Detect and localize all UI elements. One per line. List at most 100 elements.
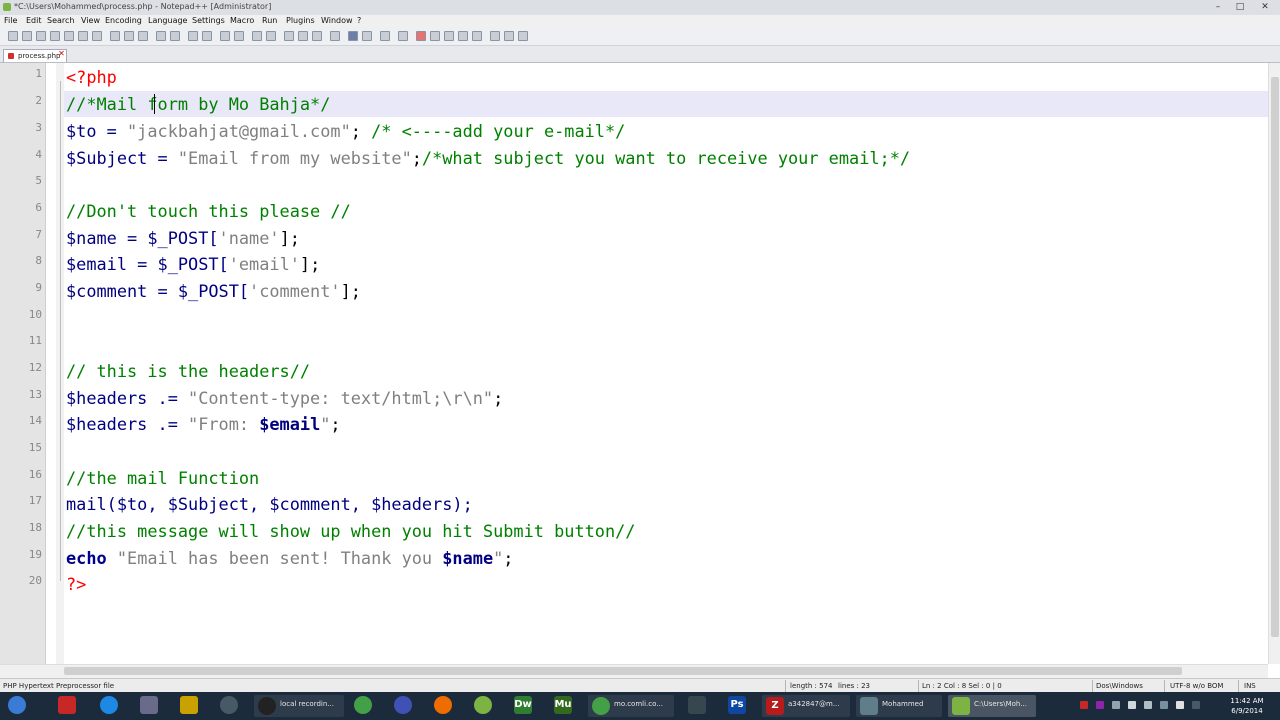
minimize-button[interactable]: – <box>1208 1 1228 13</box>
taskbar-item-browser[interactable]: mo.comli.co... <box>588 695 674 717</box>
code-line-2: //*Mail form by Mo Bahja*/ <box>66 94 330 114</box>
player-icon[interactable] <box>688 696 706 714</box>
zoom-in-icon[interactable] <box>220 31 230 41</box>
network-icon[interactable] <box>1128 701 1136 709</box>
menu-view[interactable]: View <box>81 16 100 25</box>
windows-start-icon[interactable] <box>8 696 26 714</box>
string-literal: "Email has been sent! Thank you <box>106 548 443 568</box>
doc-map-icon[interactable] <box>348 31 358 41</box>
tray-icon[interactable] <box>1096 701 1104 709</box>
folder-icon[interactable] <box>180 696 198 714</box>
macro-record-icon[interactable] <box>416 31 426 41</box>
code-line-3: $to = "jackbahjat@gmail.com"; /* <----ad… <box>66 121 625 141</box>
macro-play-icon[interactable] <box>444 31 454 41</box>
toolbar <box>0 28 1280 46</box>
save-icon[interactable] <box>36 31 46 41</box>
sync-h-icon[interactable] <box>266 31 276 41</box>
undo-icon[interactable] <box>156 31 166 41</box>
menu-plugins[interactable]: Plugins <box>286 16 315 25</box>
wrap-icon[interactable] <box>284 31 294 41</box>
firefox-icon[interactable] <box>434 696 452 714</box>
plugin-icon-1[interactable] <box>490 31 500 41</box>
dreamweaver-icon[interactable]: Dw <box>514 696 532 714</box>
line-number: 14 <box>28 414 42 427</box>
lang-icon[interactable] <box>330 31 340 41</box>
line-number: 3 <box>35 121 42 134</box>
plugin-icon-2[interactable] <box>504 31 514 41</box>
menu-file[interactable]: File <box>4 16 17 25</box>
function-list-icon[interactable] <box>362 31 372 41</box>
copy-icon[interactable] <box>124 31 134 41</box>
zoom-out-icon[interactable] <box>234 31 244 41</box>
plugin-icon-3[interactable] <box>518 31 528 41</box>
fold-line <box>60 81 61 581</box>
taskbar-item-filezilla[interactable]: Z a342847@m... <box>762 695 850 717</box>
muse-icon[interactable]: Mu <box>554 696 572 714</box>
macro-run-multi-icon[interactable] <box>458 31 468 41</box>
string-literal: " <box>320 414 331 434</box>
volume-icon[interactable] <box>1176 701 1184 709</box>
all-chars-icon[interactable] <box>298 31 308 41</box>
string-literal: 'name' <box>218 228 280 248</box>
sync-v-icon[interactable] <box>252 31 262 41</box>
folder-workspace-icon[interactable] <box>380 31 390 41</box>
replace-icon[interactable] <box>202 31 212 41</box>
horizontal-scrollbar[interactable] <box>0 664 1268 678</box>
menu-encoding[interactable]: Encoding <box>105 16 142 25</box>
vertical-scroll-thumb[interactable] <box>1271 77 1279 637</box>
code-editor[interactable]: 1 2 3 4 5 6 7 8 9 10 11 12 13 14 15 16 1… <box>0 63 1268 664</box>
flag-icon[interactable] <box>1144 701 1152 709</box>
close-button[interactable]: ✕ <box>1252 1 1278 13</box>
spotify-icon[interactable] <box>474 696 492 714</box>
taskbar-item-explorer[interactable]: Mohammed <box>856 695 942 717</box>
menu-search[interactable]: Search <box>47 16 74 25</box>
chrome-canary-icon[interactable] <box>394 696 412 714</box>
menu-edit[interactable]: Edit <box>26 16 42 25</box>
paste-icon[interactable] <box>138 31 148 41</box>
status-language: PHP Hypertext Preprocessor file <box>3 682 115 690</box>
tray-icon[interactable] <box>1112 701 1120 709</box>
menu-settings[interactable]: Settings <box>192 16 225 25</box>
find-icon[interactable] <box>188 31 198 41</box>
menu-macro[interactable]: Macro <box>230 16 254 25</box>
print-icon[interactable] <box>92 31 102 41</box>
open-icon[interactable] <box>22 31 32 41</box>
app-icon[interactable] <box>140 696 158 714</box>
redo-icon[interactable] <box>170 31 180 41</box>
new-file-icon[interactable] <box>8 31 18 41</box>
menu-help[interactable]: ? <box>357 16 361 25</box>
filezilla-alt-icon[interactable] <box>58 696 76 714</box>
photoshop-icon[interactable]: Ps <box>728 696 746 714</box>
horizontal-scroll-thumb[interactable] <box>64 667 1182 675</box>
close-all-icon[interactable] <box>78 31 88 41</box>
tray-icon[interactable] <box>1080 701 1088 709</box>
tab-close-button[interactable]: ✕ <box>57 49 66 58</box>
ie-icon[interactable] <box>100 696 118 714</box>
code-token: ]; <box>299 254 321 274</box>
maximize-button[interactable]: □ <box>1230 1 1250 13</box>
menu-window[interactable]: Window <box>321 16 353 25</box>
power-icon[interactable] <box>1160 701 1168 709</box>
indent-guide-icon[interactable] <box>312 31 322 41</box>
taskbar-item-notepadpp[interactable]: C:\Users\Moh... <box>948 695 1036 717</box>
explorer-icon <box>860 697 878 715</box>
code-token: $name = $_POST[ <box>66 228 219 248</box>
signal-icon[interactable] <box>1192 701 1200 709</box>
chrome-icon[interactable] <box>354 696 372 714</box>
monitor-icon[interactable] <box>398 31 408 41</box>
close-file-icon[interactable] <box>64 31 74 41</box>
vertical-scrollbar[interactable] <box>1268 63 1280 664</box>
line-number: 1 <box>35 67 42 80</box>
save-all-icon[interactable] <box>50 31 60 41</box>
macro-save-icon[interactable] <box>472 31 482 41</box>
taskbar-item-recorder[interactable]: local recordin... <box>254 695 344 717</box>
menu-run[interactable]: Run <box>262 16 277 25</box>
menu-language[interactable]: Language <box>148 16 187 25</box>
string-literal: " <box>493 548 504 568</box>
cut-icon[interactable] <box>110 31 120 41</box>
taskbar-clock[interactable]: 11:42 AM 6/9/2014 <box>1218 696 1276 716</box>
line-number: 19 <box>28 548 42 561</box>
status-encoding: UTF-8 w/o BOM <box>1170 682 1224 690</box>
macro-stop-icon[interactable] <box>430 31 440 41</box>
media-icon[interactable] <box>220 696 238 714</box>
